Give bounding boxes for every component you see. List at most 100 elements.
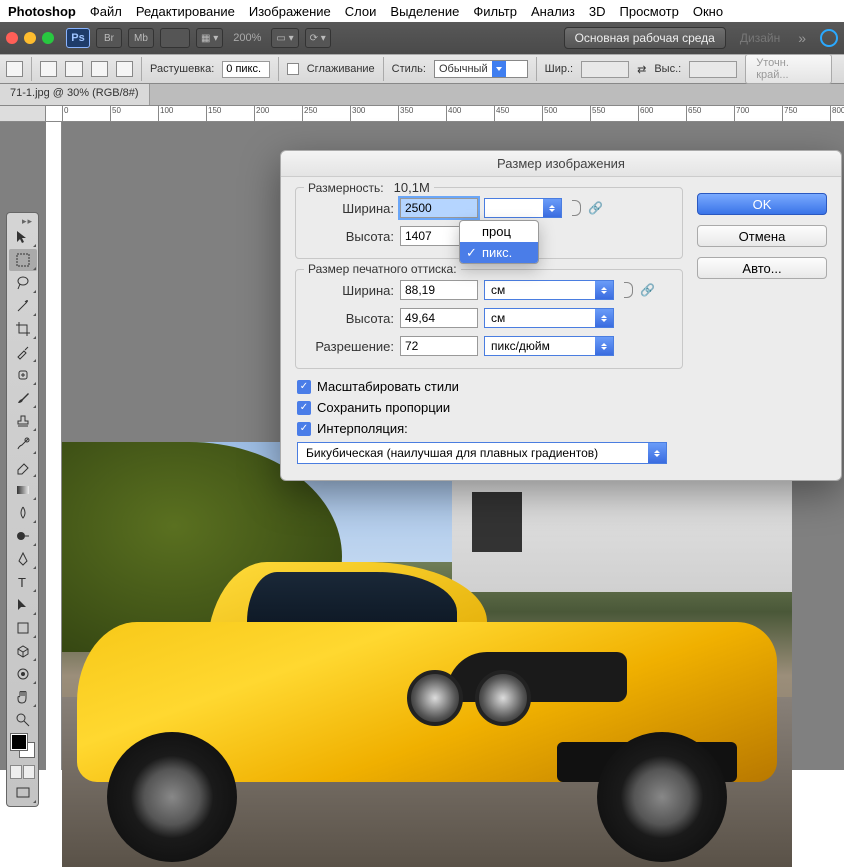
selection-intersect-icon[interactable] — [116, 61, 133, 77]
stamp-tool[interactable] — [9, 410, 37, 432]
resolution-input[interactable] — [400, 336, 478, 356]
minimize-window-button[interactable] — [24, 32, 36, 44]
auto-button[interactable]: Авто... — [697, 257, 827, 279]
eraser-tool[interactable] — [9, 456, 37, 478]
print-width-unit-select[interactable]: см — [484, 280, 614, 300]
expand-workspaces-icon[interactable]: » — [794, 30, 810, 46]
menu-window[interactable]: Окно — [693, 4, 723, 19]
healing-tool[interactable] — [9, 364, 37, 386]
arrange-button[interactable]: ▭ ▾ — [271, 28, 298, 48]
selection-subtract-icon[interactable] — [91, 61, 108, 77]
ruler-tick: 150 — [206, 106, 221, 122]
interpolation-select[interactable]: Бикубическая (наилучшая для плавных град… — [297, 442, 667, 464]
dodge-tool[interactable] — [9, 525, 37, 547]
px-width-unit-select[interactable] — [484, 198, 562, 218]
menu-file[interactable]: Файл — [90, 4, 122, 19]
workspace-switcher[interactable]: Основная рабочая среда — [564, 27, 726, 49]
workspace-design-label[interactable]: Дизайн — [732, 31, 788, 45]
menu-bar: Photoshop Файл Редактирование Изображени… — [0, 0, 844, 22]
feather-input[interactable] — [222, 61, 270, 78]
blur-tool[interactable] — [9, 502, 37, 524]
tool-preset-icon[interactable] — [6, 61, 23, 77]
menu-layers[interactable]: Слои — [345, 4, 377, 19]
constrain-checkbox[interactable]: ✓ — [297, 401, 311, 415]
search-icon[interactable] — [820, 29, 838, 47]
path-select-tool[interactable] — [9, 594, 37, 616]
resample-checkbox[interactable]: ✓ — [297, 422, 311, 436]
selection-new-icon[interactable] — [40, 61, 57, 77]
close-window-button[interactable] — [6, 32, 18, 44]
print-height-input[interactable] — [400, 308, 478, 328]
unit-res-label: пикс/дюйм — [491, 339, 550, 353]
magic-wand-tool[interactable] — [9, 295, 37, 317]
ruler-origin[interactable] — [0, 106, 46, 122]
style-value: Обычный — [439, 63, 488, 75]
refine-edge-button[interactable]: Уточн. край... — [745, 54, 832, 84]
bridge-button[interactable]: Br — [96, 28, 122, 48]
dropdown-option-pixels[interactable]: пикс. — [460, 242, 538, 263]
eyedropper-tool[interactable] — [9, 341, 37, 363]
menu-image[interactable]: Изображение — [249, 4, 331, 19]
move-tool[interactable] — [9, 226, 37, 248]
crop-tool[interactable] — [9, 318, 37, 340]
minibridge-button[interactable]: Mb — [128, 28, 154, 48]
resample-label: Интерполяция: — [317, 421, 408, 436]
print-width-label: Ширина: — [308, 283, 394, 298]
document-tab-bar: 71-1.jpg @ 30% (RGB/8#) — [0, 84, 844, 106]
scale-styles-checkbox[interactable]: ✓ — [297, 380, 311, 394]
shape-tool[interactable] — [9, 617, 37, 639]
zoom-tool[interactable] — [9, 709, 37, 731]
selection-add-icon[interactable] — [65, 61, 82, 77]
ruler-tick: 250 — [302, 106, 317, 122]
standard-mode-button[interactable] — [10, 765, 22, 779]
brush-tool[interactable] — [9, 387, 37, 409]
pen-tool[interactable] — [9, 548, 37, 570]
swap-icon[interactable]: ⇄ — [637, 63, 646, 76]
extras-button[interactable]: ▦ ▾ — [196, 28, 223, 48]
3d-camera-tool[interactable] — [9, 663, 37, 685]
ok-button[interactable]: OK — [697, 193, 827, 215]
vertical-ruler[interactable] — [46, 122, 62, 770]
resolution-unit-select[interactable]: пикс/дюйм — [484, 336, 614, 356]
print-size-group: Размер печатного оттиска: Ширина: см 🔗 В… — [295, 269, 683, 369]
zoom-level[interactable]: 200% — [229, 32, 265, 44]
toolbox-grip[interactable]: ▸▸ — [9, 215, 36, 225]
menu-select[interactable]: Выделение — [390, 4, 459, 19]
view-rotate-button[interactable]: ⟳ ▾ — [305, 28, 331, 48]
hand-tool[interactable] — [9, 686, 37, 708]
style-select[interactable]: Обычный — [434, 60, 528, 78]
menu-view[interactable]: Просмотр — [620, 4, 679, 19]
menu-analysis[interactable]: Анализ — [531, 4, 575, 19]
zoom-window-button[interactable] — [42, 32, 54, 44]
app-toolbar: Ps Br Mb ▦ ▾ 200% ▭ ▾ ⟳ ▾ Основная рабоч… — [0, 22, 844, 54]
link-icon[interactable]: 🔗 — [640, 283, 655, 297]
3d-tool[interactable] — [9, 640, 37, 662]
height-input — [689, 61, 737, 78]
cancel-button[interactable]: Отмена — [697, 225, 827, 247]
type-tool[interactable]: T — [9, 571, 37, 593]
link-icon[interactable]: 🔗 — [588, 201, 603, 215]
print-height-unit-select[interactable]: см — [484, 308, 614, 328]
history-brush-tool[interactable] — [9, 433, 37, 455]
antialias-checkbox[interactable] — [287, 63, 299, 75]
foreground-color-swatch[interactable] — [11, 734, 27, 750]
menu-filter[interactable]: Фильтр — [473, 4, 517, 19]
menu-3d[interactable]: 3D — [589, 4, 606, 19]
lasso-tool[interactable] — [9, 272, 37, 294]
document-image[interactable] — [62, 442, 792, 867]
dropdown-option-percent[interactable]: проц — [460, 221, 538, 242]
quickmask-mode-button[interactable] — [23, 765, 35, 779]
divider — [31, 57, 32, 81]
px-width-input[interactable] — [400, 198, 478, 218]
color-swatches[interactable] — [9, 732, 36, 762]
gradient-tool[interactable] — [9, 479, 37, 501]
print-legend: Размер печатного оттиска: — [304, 262, 461, 276]
screen-mode-tool[interactable] — [9, 782, 37, 804]
horizontal-ruler[interactable]: 0501001502002503003504004505005506006507… — [46, 106, 844, 122]
print-width-input[interactable] — [400, 280, 478, 300]
unit-dropdown: проц пикс. — [459, 220, 539, 264]
screen-mode-button[interactable] — [160, 28, 190, 48]
marquee-tool[interactable] — [9, 249, 37, 271]
menu-edit[interactable]: Редактирование — [136, 4, 235, 19]
document-tab[interactable]: 71-1.jpg @ 30% (RGB/8#) — [0, 84, 150, 105]
